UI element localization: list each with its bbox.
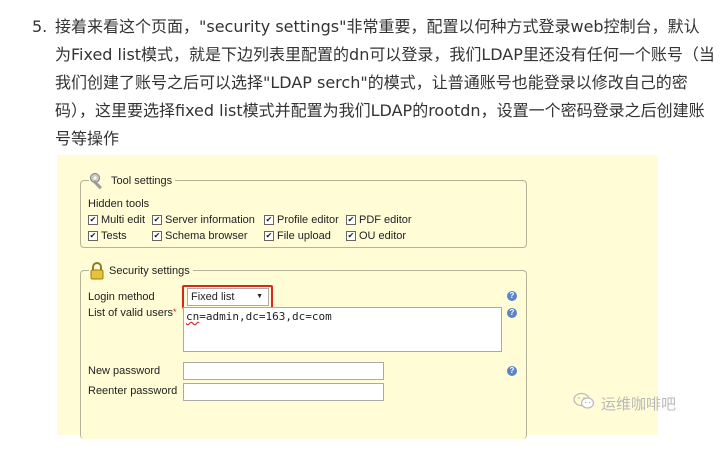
login-method-value: Fixed list: [191, 291, 235, 303]
login-method-highlight: Fixed list ▼: [182, 285, 273, 309]
new-password-label: New password: [88, 365, 161, 377]
checkbox-label: Server information: [165, 214, 255, 226]
wechat-icon: [573, 392, 595, 414]
hidden-tools-label: Hidden tools: [88, 198, 150, 210]
security-settings-fieldset: Security settings Login method Fixed lis…: [80, 262, 527, 439]
valid-users-rest: =admin,dc=163,dc=com: [199, 310, 332, 323]
checkbox-label: PDF editor: [359, 214, 412, 226]
article-paragraph: 接着来看这个页面，"security settings"非常重要，配置以何种方式…: [55, 17, 715, 148]
checkbox-box[interactable]: ✔: [346, 231, 356, 241]
checkbox-box[interactable]: ✔: [88, 231, 98, 241]
watermark: 运维咖啡吧: [573, 392, 676, 414]
valid-users-label: List of valid users*: [88, 307, 177, 319]
reenter-password-label: Reenter password: [88, 385, 178, 397]
checkbox-box[interactable]: ✔: [346, 215, 356, 225]
checkbox-ou-editor[interactable]: ✔ OU editor: [346, 230, 406, 242]
checkbox-label: Multi edit: [101, 214, 146, 226]
login-method-help-icon[interactable]: ?: [507, 291, 517, 301]
login-method-label: Login method: [88, 291, 155, 303]
checkbox-server-information[interactable]: ✔ Server information: [152, 214, 255, 226]
checkbox-box[interactable]: ✔: [88, 215, 98, 225]
checkbox-label: Profile editor: [277, 214, 339, 226]
article-step: 5. 接着来看这个页面，"security settings"非常重要，配置以何…: [32, 13, 715, 153]
security-settings-title: Security settings: [109, 265, 190, 277]
checkbox-label: Schema browser: [165, 230, 248, 242]
step-number: 5.: [32, 17, 48, 36]
wrench-icon: [89, 172, 107, 190]
tool-settings-title: Tool settings: [111, 175, 173, 187]
checkbox-label: File upload: [277, 230, 331, 242]
new-password-help-icon[interactable]: ?: [507, 366, 517, 376]
checkbox-file-upload[interactable]: ✔ File upload: [264, 230, 331, 242]
checkbox-schema-browser[interactable]: ✔ Schema browser: [152, 230, 248, 242]
tool-settings-legend: Tool settings: [89, 172, 176, 190]
checkbox-multi-edit[interactable]: ✔ Multi edit: [88, 214, 145, 226]
checkbox-box[interactable]: ✔: [152, 215, 162, 225]
checkbox-box[interactable]: ✔: [152, 231, 162, 241]
checkbox-label: OU editor: [359, 230, 407, 242]
valid-users-label-text: List of valid users: [88, 307, 173, 319]
checkbox-box[interactable]: ✔: [264, 231, 274, 241]
watermark-text: 运维咖啡吧: [601, 394, 677, 413]
required-mark: *: [172, 307, 177, 317]
config-screenshot: Tool settings Hidden tools ✔ Multi edit …: [57, 155, 658, 439]
chevron-down-icon: ▼: [256, 293, 263, 300]
valid-users-textarea[interactable]: cn=admin,dc=163,dc=com: [183, 307, 502, 352]
checkbox-label: Tests: [101, 230, 127, 242]
security-settings-legend: Security settings: [89, 262, 193, 280]
new-password-input[interactable]: [183, 362, 384, 380]
valid-users-cn: cn: [186, 310, 200, 323]
login-method-select[interactable]: Fixed list ▼: [187, 288, 269, 306]
checkbox-pdf-editor[interactable]: ✔ PDF editor: [346, 214, 412, 226]
lock-icon: [89, 262, 105, 280]
checkbox-profile-editor[interactable]: ✔ Profile editor: [264, 214, 339, 226]
checkbox-box[interactable]: ✔: [264, 215, 274, 225]
tool-settings-fieldset: Tool settings Hidden tools ✔ Multi edit …: [80, 172, 527, 248]
checkbox-tests[interactable]: ✔ Tests: [88, 230, 127, 242]
reenter-password-input[interactable]: [183, 383, 384, 401]
valid-users-help-icon[interactable]: ?: [507, 308, 517, 318]
